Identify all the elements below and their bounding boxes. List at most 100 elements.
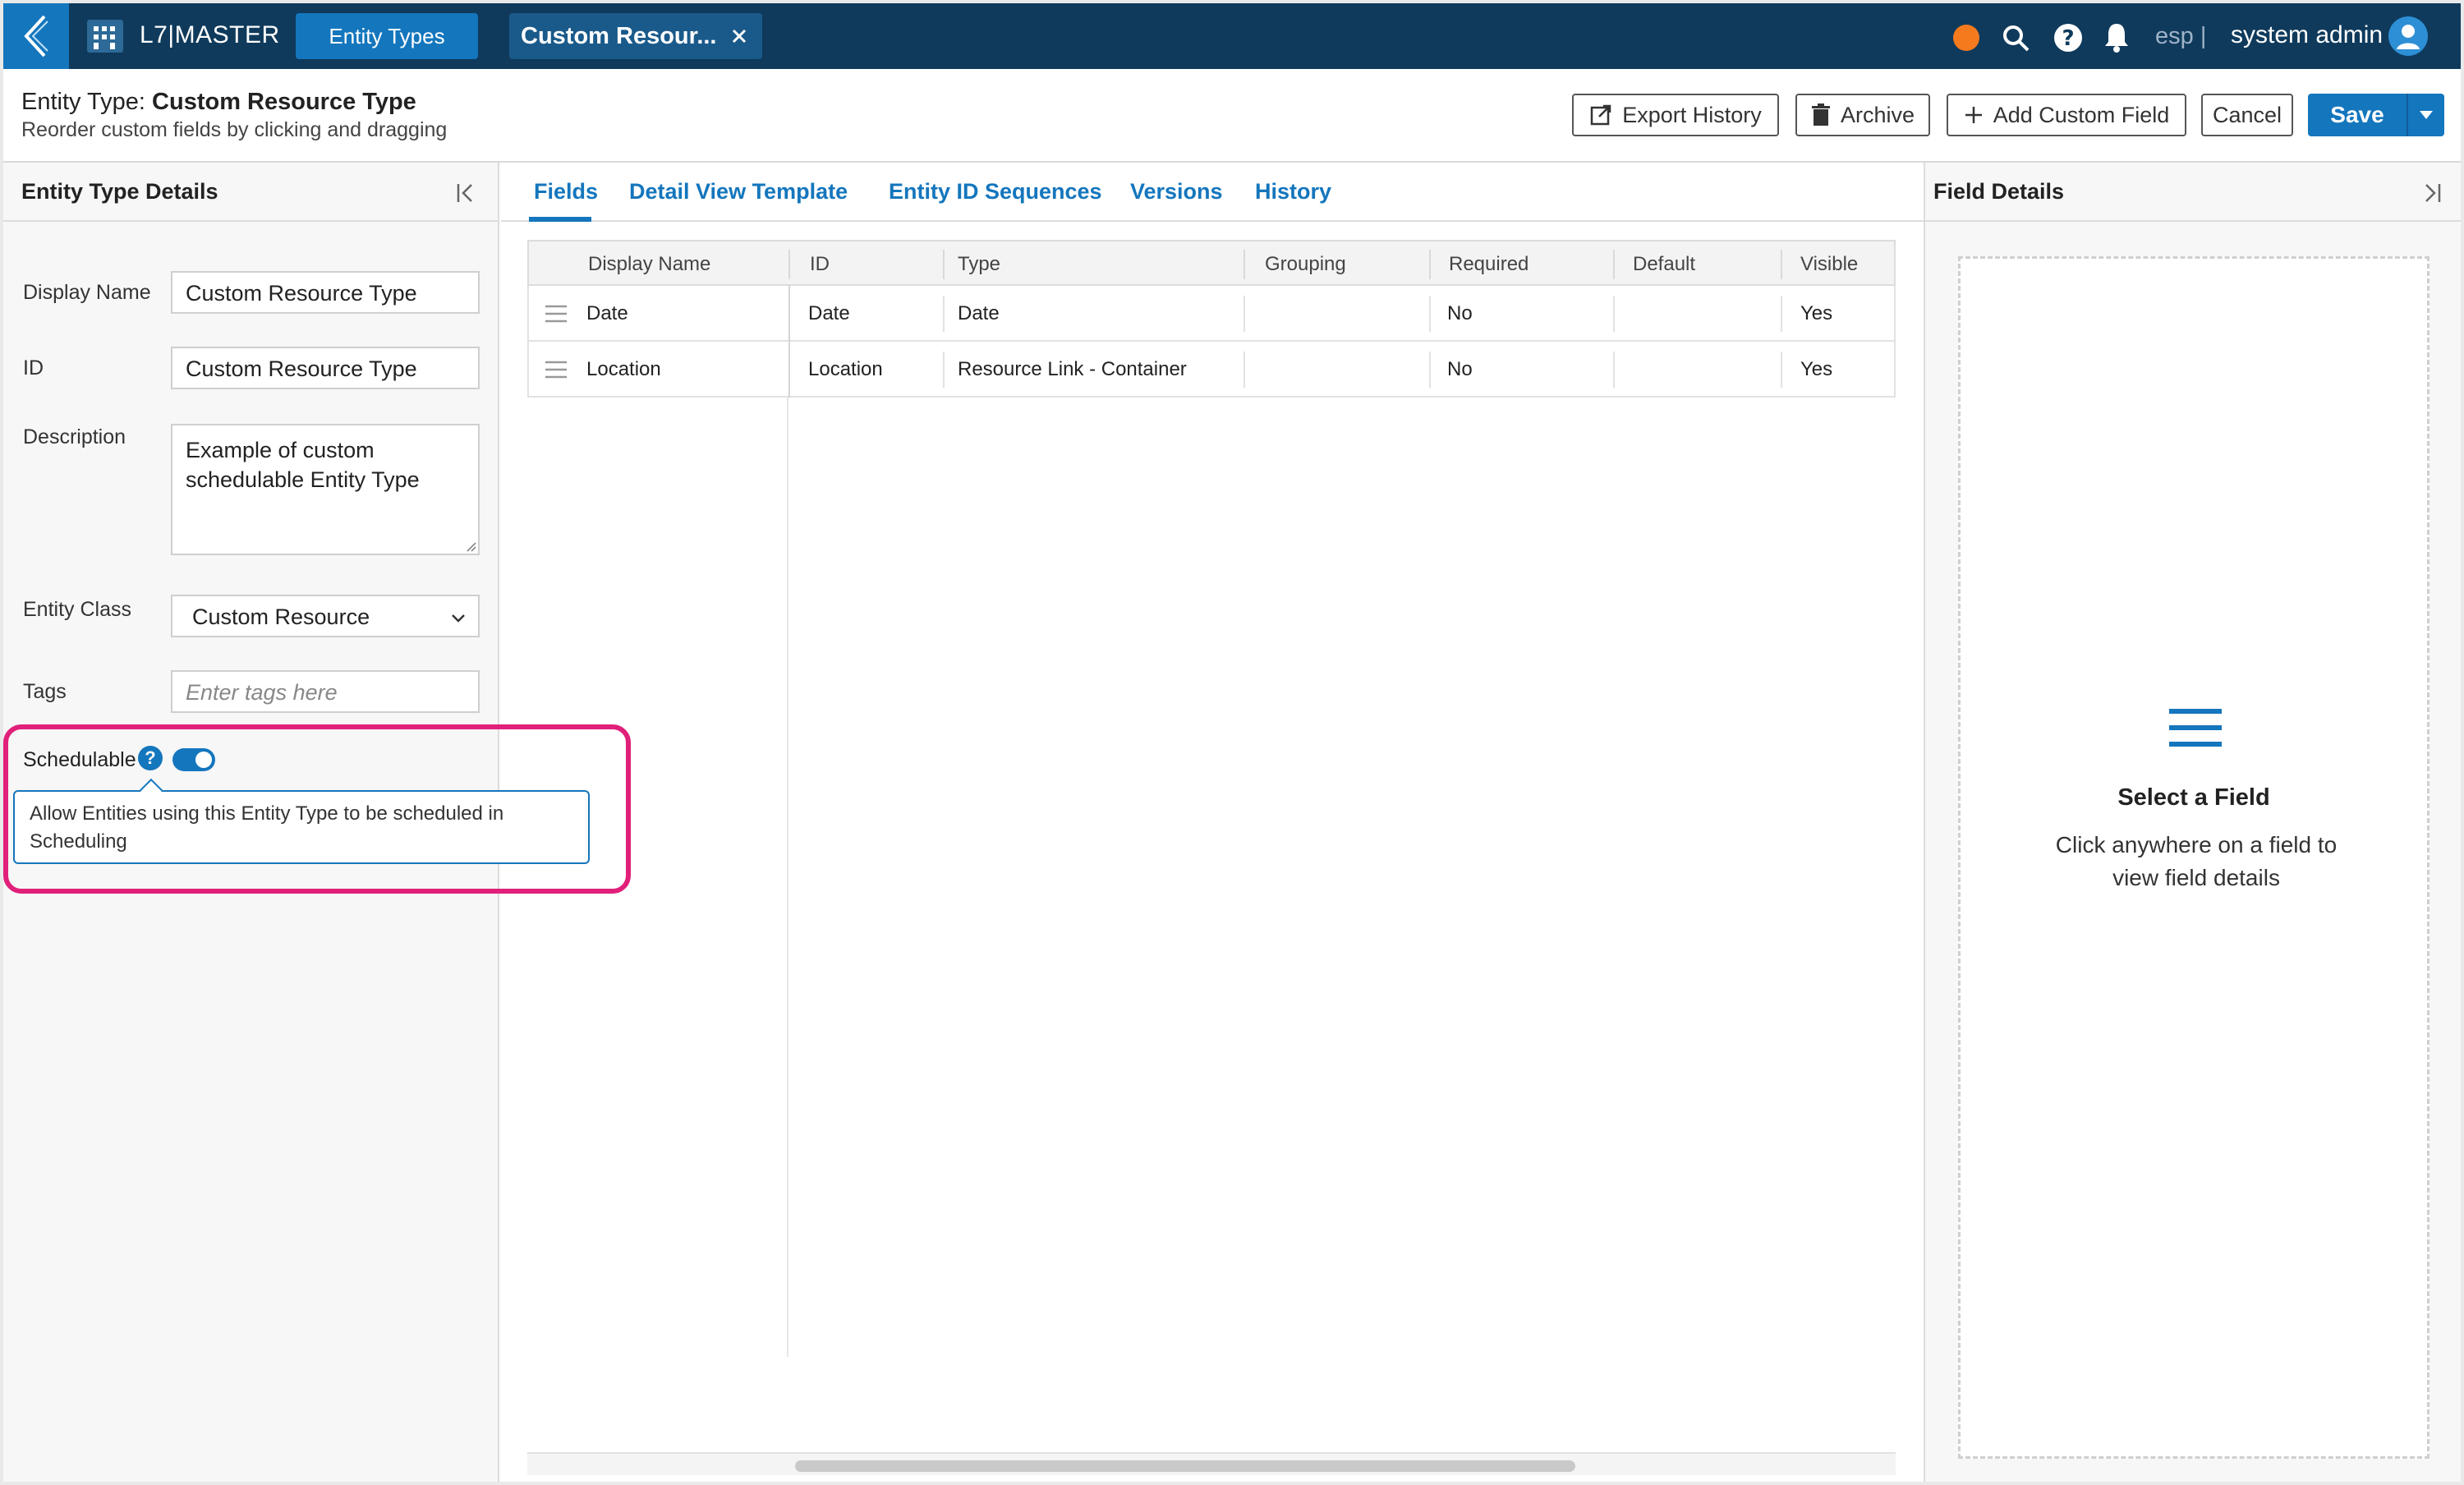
cell-id: Location xyxy=(808,358,883,380)
cell-required: No xyxy=(1447,302,1473,324)
description-textarea[interactable]: Example of custom schedulable Entity Typ… xyxy=(171,424,480,555)
page-subtitle: Reorder custom fields by clicking and dr… xyxy=(21,118,448,141)
tab-versions[interactable]: Versions xyxy=(1130,179,1223,205)
column-divider xyxy=(1243,250,1245,279)
save-dropdown-button[interactable] xyxy=(2407,94,2444,136)
schedulable-tooltip: Allow Entities using this Entity Type to… xyxy=(13,790,590,864)
table-row[interactable]: Location Location Resource Link - Contai… xyxy=(527,342,1896,398)
export-history-button[interactable]: Export History xyxy=(1572,94,1779,136)
status-indicator[interactable] xyxy=(1953,25,1979,51)
add-custom-field-button[interactable]: Add Custom Field xyxy=(1947,94,2186,136)
title-entity-name: Custom Resource Type xyxy=(152,89,416,115)
tab-entity-types[interactable]: Entity Types xyxy=(296,13,478,59)
archive-label: Archive xyxy=(1840,102,1915,127)
cancel-button[interactable]: Cancel xyxy=(2201,94,2293,136)
tags-label: Tags xyxy=(23,680,67,703)
plus-icon xyxy=(1965,107,1982,123)
entity-class-select[interactable]: Custom Resource xyxy=(171,595,480,637)
save-label: Save xyxy=(2330,102,2384,127)
column-header-type[interactable]: Type xyxy=(958,253,1000,276)
column-divider xyxy=(943,250,945,279)
user-name[interactable]: system admin xyxy=(2231,21,2383,49)
resize-grip-icon[interactable] xyxy=(463,539,476,552)
id-input[interactable]: Custom Resource Type xyxy=(171,347,480,389)
svg-text:?: ? xyxy=(2062,26,2074,51)
top-bar: L7|MASTER Entity Types Custom Resour... … xyxy=(3,3,2461,69)
cell-type: Resource Link - Container xyxy=(958,358,1187,380)
archive-button[interactable]: Archive xyxy=(1795,94,1930,136)
column-header-grouping[interactable]: Grouping xyxy=(1265,253,1346,276)
display-name-label: Display Name xyxy=(23,281,151,304)
cell-divider xyxy=(1781,352,1782,388)
entity-class-value: Custom Resource xyxy=(192,605,370,629)
cell-divider xyxy=(1429,296,1431,332)
avatar[interactable] xyxy=(2388,16,2428,56)
scrollbar-thumb[interactable] xyxy=(795,1460,1575,1472)
active-tab-indicator xyxy=(529,217,591,222)
column-header-id[interactable]: ID xyxy=(810,253,830,276)
schedulable-toggle[interactable] xyxy=(172,748,215,771)
tab-entity-id-sequences[interactable]: Entity ID Sequences xyxy=(889,179,1102,205)
column-header-visible[interactable]: Visible xyxy=(1800,253,1858,276)
cell-divider xyxy=(1613,352,1615,388)
schedulable-help-icon[interactable]: ? xyxy=(138,746,163,770)
column-header-required[interactable]: Required xyxy=(1449,253,1529,276)
drag-handle-icon[interactable] xyxy=(544,302,568,325)
back-button[interactable] xyxy=(3,3,69,69)
frozen-column-divider xyxy=(787,398,788,1357)
tags-input[interactable]: Enter tags here xyxy=(171,670,480,713)
tab-bar: Fields Detail View Template Entity ID Se… xyxy=(501,163,1924,222)
cell-divider xyxy=(1781,296,1782,332)
display-name-input[interactable]: Custom Resource Type xyxy=(171,271,480,314)
external-link-icon xyxy=(1590,104,1611,126)
horizontal-scrollbar[interactable] xyxy=(527,1452,1896,1475)
cell-display-name: Location xyxy=(586,358,661,380)
tab-history[interactable]: History xyxy=(1255,179,1331,205)
chevron-left-icon xyxy=(24,15,48,57)
description-label: Description xyxy=(23,425,126,448)
tab-detail-view-template[interactable]: Detail View Template xyxy=(629,179,848,205)
list-icon xyxy=(2169,709,2222,747)
building-icon xyxy=(87,20,123,53)
cell-visible: Yes xyxy=(1800,358,1833,380)
export-history-label: Export History xyxy=(1622,102,1762,127)
schedulable-label: Schedulable xyxy=(23,748,136,771)
panel-header: Field Details xyxy=(1925,163,2461,222)
drag-handle-icon[interactable] xyxy=(544,358,568,381)
table-header: Display Name ID Type Grouping Required D… xyxy=(527,240,1896,286)
cell-visible: Yes xyxy=(1800,302,1833,324)
page-header: Entity Type: Custom Resource Type Reorde… xyxy=(3,69,2461,163)
cell-divider xyxy=(1613,296,1615,332)
column-header-display-name[interactable]: Display Name xyxy=(588,253,710,276)
cell-id: Date xyxy=(808,302,850,324)
save-button[interactable]: Save xyxy=(2308,94,2444,136)
bell-icon[interactable] xyxy=(2103,21,2131,53)
close-icon[interactable] xyxy=(729,26,749,46)
empty-state-title: Select a Field xyxy=(2117,784,2270,811)
search-icon[interactable] xyxy=(2001,23,2030,53)
column-divider xyxy=(1613,250,1615,279)
column-divider xyxy=(1429,250,1431,279)
row-divider xyxy=(788,342,790,398)
collapse-right-icon[interactable] xyxy=(2418,181,2443,205)
cell-type: Date xyxy=(958,302,1000,324)
id-label: ID xyxy=(23,356,44,379)
column-header-default[interactable]: Default xyxy=(1633,253,1695,276)
app-window: L7|MASTER Entity Types Custom Resour... … xyxy=(3,3,2461,1482)
help-icon[interactable]: ? xyxy=(2053,23,2083,53)
tab-label: Custom Resour... xyxy=(521,22,717,49)
entity-type-details-panel: Entity Type Details Display Name Custom … xyxy=(3,163,631,1482)
cancel-label: Cancel xyxy=(2212,102,2282,127)
row-divider xyxy=(788,286,790,342)
collapse-left-icon[interactable] xyxy=(455,181,480,205)
user-icon xyxy=(2397,25,2420,49)
tab-fields[interactable]: Fields xyxy=(534,179,598,205)
column-divider xyxy=(788,250,790,279)
language-switch[interactable]: esp | xyxy=(2155,23,2206,50)
title-prefix: Entity Type: xyxy=(21,89,153,115)
field-details-panel: Field Details Select a Field Click anywh… xyxy=(1924,163,2461,1482)
table-row[interactable]: Date Date Date No Yes xyxy=(527,286,1896,342)
panel-title: Field Details xyxy=(1933,179,2065,204)
app-name: L7|MASTER xyxy=(140,21,280,48)
tab-custom-resource-type[interactable]: Custom Resour... xyxy=(509,13,762,59)
